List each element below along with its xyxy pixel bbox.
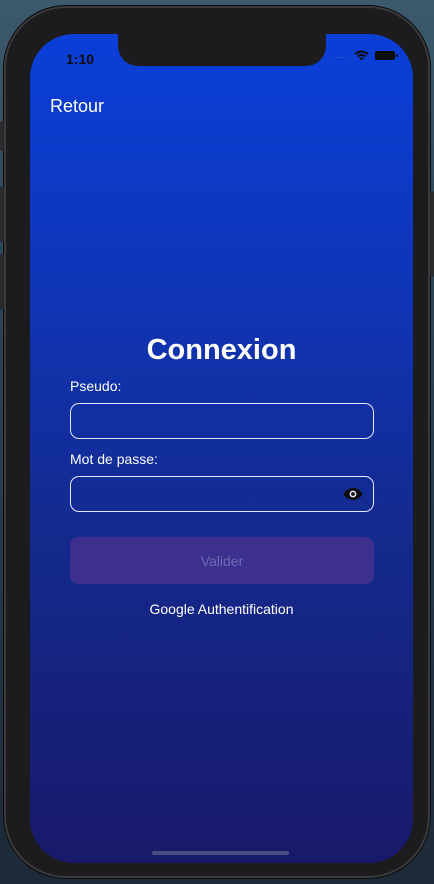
phone-frame: 1:10 .... Retour Connexion Pseudo: Mot d… (0, 6, 434, 878)
status-time: 1:10 (66, 51, 95, 67)
password-input[interactable] (70, 476, 374, 512)
wifi-icon (354, 50, 369, 61)
username-input[interactable] (70, 403, 374, 439)
home-indicator[interactable] (152, 851, 289, 855)
eye-icon[interactable] (343, 487, 363, 501)
submit-button[interactable]: Valider (70, 537, 374, 584)
username-label: Pseudo: (70, 378, 122, 394)
page-title: Connexion (146, 334, 297, 366)
side-button-mute (0, 121, 4, 151)
side-button-volume-down (0, 254, 4, 310)
status-indicators: .... (335, 50, 398, 61)
side-button-volume-up (0, 186, 4, 242)
app-screen: 1:10 .... Retour Connexion Pseudo: Mot d… (30, 34, 413, 863)
password-label: Mot de passe: (70, 451, 158, 467)
battery-icon (375, 51, 398, 60)
signal-icon: .... (335, 51, 348, 60)
side-button-power (430, 191, 434, 277)
device-notch (118, 34, 326, 66)
google-auth-link[interactable]: Google Authentification (30, 601, 413, 617)
back-button[interactable]: Retour (50, 96, 104, 117)
